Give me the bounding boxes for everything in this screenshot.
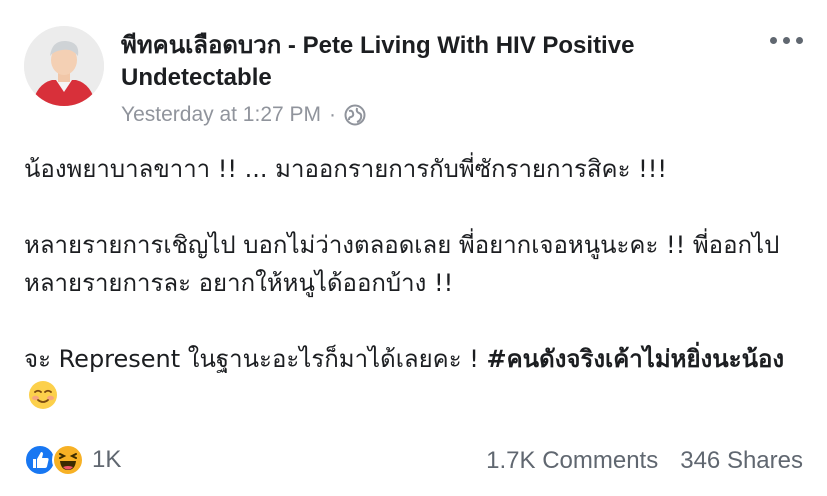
post-paragraph-last: จะ Represent ในฐานะอะไรก็มาได้เลยคะ ! #ค… — [24, 340, 814, 416]
author-name[interactable]: พีทคนเลือดบวก - Pete Living With HIV Pos… — [121, 30, 751, 94]
post-paragraph: หลายรายการเชิญไป บอกไม่ว่างตลอดเลย พี่อย… — [24, 231, 780, 297]
avatar-image — [24, 26, 104, 106]
reaction-count: 1K — [92, 446, 122, 473]
engagement-stats: 1.7K Comments 346 Shares — [486, 446, 803, 476]
more-dot — [770, 37, 777, 44]
more-dot — [783, 37, 790, 44]
smiling-face-icon — [28, 380, 58, 410]
hashtag-link[interactable]: #คนดังจริงเค้าไม่หยิ่งนะน้อง — [487, 345, 785, 373]
post-paragraph-text: จะ Represent ในฐานะอะไรก็มาได้เลยคะ ! — [24, 345, 487, 373]
more-dot — [796, 37, 803, 44]
more-options-icon[interactable] — [770, 37, 803, 44]
meta-separator: · — [329, 103, 337, 126]
facebook-post: พีทคนเลือดบวก - Pete Living With HIV Pos… — [0, 0, 827, 496]
post-meta: Yesterday at 1:27 PM · — [121, 101, 366, 129]
globe-icon[interactable] — [344, 104, 366, 126]
comments-count-link[interactable]: 1.7K Comments — [486, 446, 658, 476]
haha-icon — [52, 444, 84, 476]
shares-count-link[interactable]: 346 Shares — [680, 446, 803, 476]
post-text: น้องพยาบาลขาาา !! ... มาออกรายการกับพี่ซ… — [24, 150, 814, 416]
post-timestamp[interactable]: Yesterday at 1:27 PM — [121, 101, 321, 129]
post-paragraph: น้องพยาบาลขาาา !! ... มาออกรายการกับพี่ซ… — [24, 155, 667, 183]
author-avatar[interactable] — [24, 26, 104, 106]
reactions-summary[interactable]: 1K — [24, 444, 121, 476]
